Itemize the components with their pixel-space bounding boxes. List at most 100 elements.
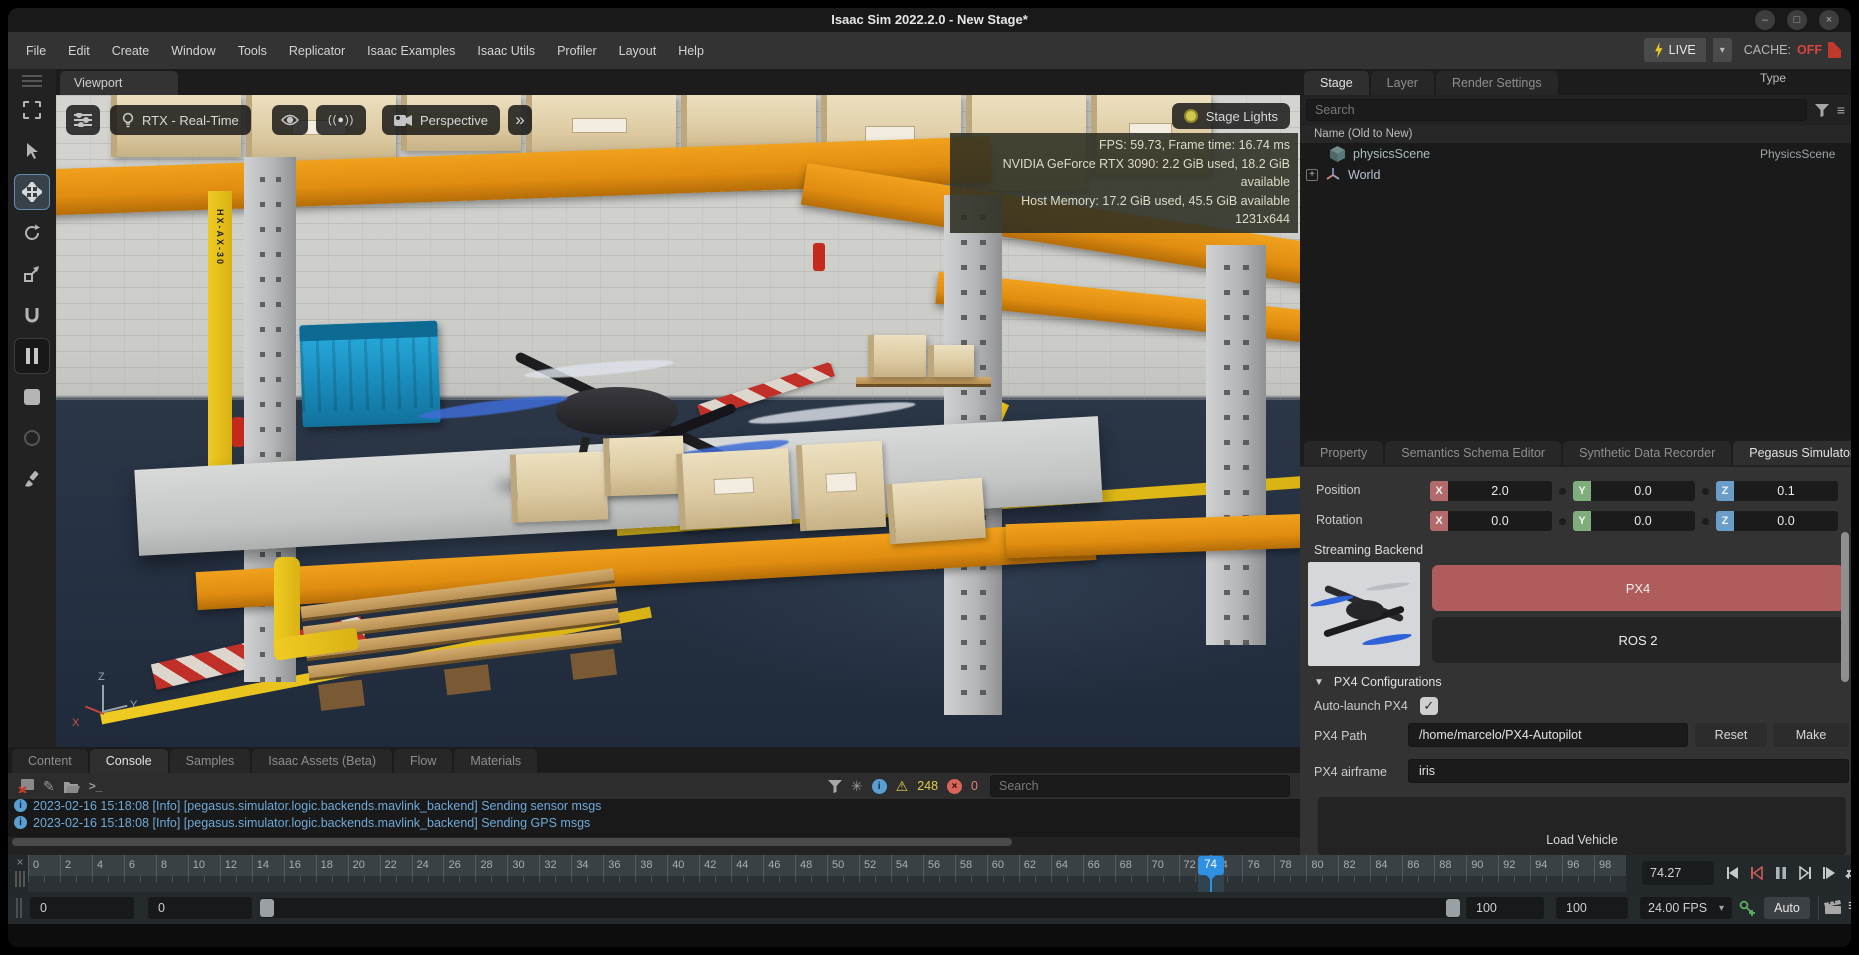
renderer-selector[interactable]: RTX - Real-Time [110,105,251,135]
name-column-header[interactable]: Name (Old to New) [1314,128,1412,140]
tree-row-physics-scene[interactable]: physicsScene PhysicsScene [1300,143,1851,164]
stage-lights-button[interactable]: Stage Lights [1172,103,1290,129]
verbose-icon[interactable]: ✳ [851,778,863,795]
tree-row-world[interactable]: + World [1300,164,1851,185]
expander-plus-icon[interactable]: + [1306,169,1318,181]
tab-viewport[interactable]: Viewport [60,71,178,95]
go-to-start-button[interactable] [1746,859,1767,887]
menu-isaac-examples[interactable]: Isaac Examples [367,44,455,58]
filter-icon[interactable] [828,780,842,793]
menu-help[interactable]: Help [678,44,704,58]
rotation-z-field[interactable]: 0.0 [1734,511,1838,531]
auto-key-button[interactable]: Auto [1764,897,1810,919]
tab-console[interactable]: Console [90,749,168,773]
error-filter-icon[interactable]: × [947,779,962,794]
tab-materials[interactable]: Materials [454,749,537,773]
px4-configurations-section[interactable]: PX4 Configurations [1334,675,1442,689]
select-tool-button[interactable] [14,92,50,128]
stage-search-input[interactable] [1306,99,1807,121]
menu-window[interactable]: Window [171,44,215,58]
tab-semantics-schema-editor[interactable]: Semantics Schema Editor [1385,441,1561,465]
open-folder-icon[interactable] [64,780,80,793]
tab-render-settings[interactable]: Render Settings [1436,71,1558,95]
section-collapse-arrow[interactable]: ▼ [1314,677,1324,688]
type-column-header[interactable]: Type [1760,71,1786,85]
tab-pegasus-simulator[interactable]: Pegasus Simulator [1733,441,1851,465]
tab-layer[interactable]: Layer [1371,71,1434,95]
tab-samples[interactable]: Samples [170,749,251,773]
tab-flow[interactable]: Flow [394,749,452,773]
rotate-tool-button[interactable] [14,215,50,251]
scale-tool-button[interactable] [14,256,50,292]
next-frame-button[interactable] [1818,859,1839,887]
menu-create[interactable]: Create [112,44,150,58]
backend-px4-button[interactable]: PX4 [1432,565,1844,611]
range-end-handle[interactable] [1446,899,1460,917]
tab-content[interactable]: Content [12,749,88,773]
toolbar-expand-button[interactable]: » [508,105,532,135]
cache-file-icon[interactable] [1828,42,1841,58]
current-time-field[interactable] [1642,861,1714,885]
timeline-ruler[interactable]: 0246810121416182022242628303234363840424… [28,855,1626,892]
position-z-field[interactable]: 0.1 [1734,481,1838,501]
pause-button[interactable] [1770,859,1791,887]
paint-tool-button[interactable] [14,461,50,497]
visibility-button[interactable] [272,105,308,135]
fps-selector[interactable]: 24.00 FPS ▾ [1640,897,1732,919]
audio-preview-button[interactable]: ((●)) [316,105,366,135]
menu-tools[interactable]: Tools [238,44,267,58]
autolaunch-checkbox[interactable]: ✓ [1420,697,1438,715]
info-filter-icon[interactable]: i [872,779,887,794]
snap-tool-button[interactable] [14,297,50,333]
stop-tool-button[interactable] [14,379,50,415]
right-panel-scrollbar[interactable] [1841,467,1849,855]
timeline-close-icon[interactable]: × [12,855,28,892]
timeline-menu-icon[interactable]: ≡ [1848,896,1851,916]
prev-frame-button[interactable] [1722,859,1743,887]
options-icon[interactable]: ≡ [1837,102,1845,118]
filter-icon[interactable] [1815,104,1829,117]
loop-button[interactable] [1842,859,1851,887]
live-button[interactable]: LIVE [1644,38,1706,62]
position-y-field[interactable]: 0.0 [1591,481,1695,501]
range-slider-track[interactable] [260,898,1460,918]
pause-tool-button[interactable] [14,338,50,374]
end-frame-field[interactable] [1556,897,1628,919]
terminal-icon[interactable]: >_ [89,779,103,793]
go-to-end-button[interactable] [1794,859,1815,887]
viewport-3d-scene[interactable]: HX-AX-30 [56,95,1300,755]
viewport-settings-button[interactable] [66,105,100,135]
menu-profiler[interactable]: Profiler [557,44,597,58]
range-end-field[interactable] [1466,897,1544,919]
backend-ros2-button[interactable]: ROS 2 [1432,617,1844,663]
console-search-input[interactable] [990,775,1290,797]
reset-button[interactable]: Reset [1695,723,1767,747]
console-log-area[interactable]: i2023-02-16 15:18:08 [Info] [pegasus.sim… [8,799,1300,837]
maximize-button[interactable]: □ [1787,10,1807,30]
camera-selector[interactable]: Perspective [382,105,500,135]
clapperboard-icon[interactable] [1824,899,1842,915]
minimize-button[interactable]: – [1755,10,1775,30]
menu-replicator[interactable]: Replicator [289,44,345,58]
record-tool-button[interactable] [14,420,50,456]
tab-stage[interactable]: Stage [1304,71,1369,95]
edit-log-icon[interactable]: ✎ [43,778,55,795]
position-x-field[interactable]: 2.0 [1448,481,1552,501]
range-start-field[interactable] [148,897,252,919]
close-button[interactable]: × [1819,10,1839,30]
menu-isaac-utils[interactable]: Isaac Utils [477,44,535,58]
range-start-handle[interactable] [260,899,274,917]
tab-property[interactable]: Property [1304,441,1383,465]
playhead[interactable]: 74 [1198,856,1224,875]
move-tool-button[interactable] [14,174,50,210]
make-button[interactable]: Make [1773,723,1849,747]
tab-isaac-assets[interactable]: Isaac Assets (Beta) [252,749,392,773]
load-vehicle-button[interactable]: Load Vehicle [1318,797,1846,855]
rotation-x-field[interactable]: 0.0 [1448,511,1552,531]
menu-layout[interactable]: Layout [619,44,657,58]
menu-file[interactable]: File [26,44,46,58]
cursor-tool-button[interactable] [14,133,50,169]
menu-edit[interactable]: Edit [68,44,90,58]
rotation-y-field[interactable]: 0.0 [1591,511,1695,531]
tab-synthetic-data-recorder[interactable]: Synthetic Data Recorder [1563,441,1731,465]
